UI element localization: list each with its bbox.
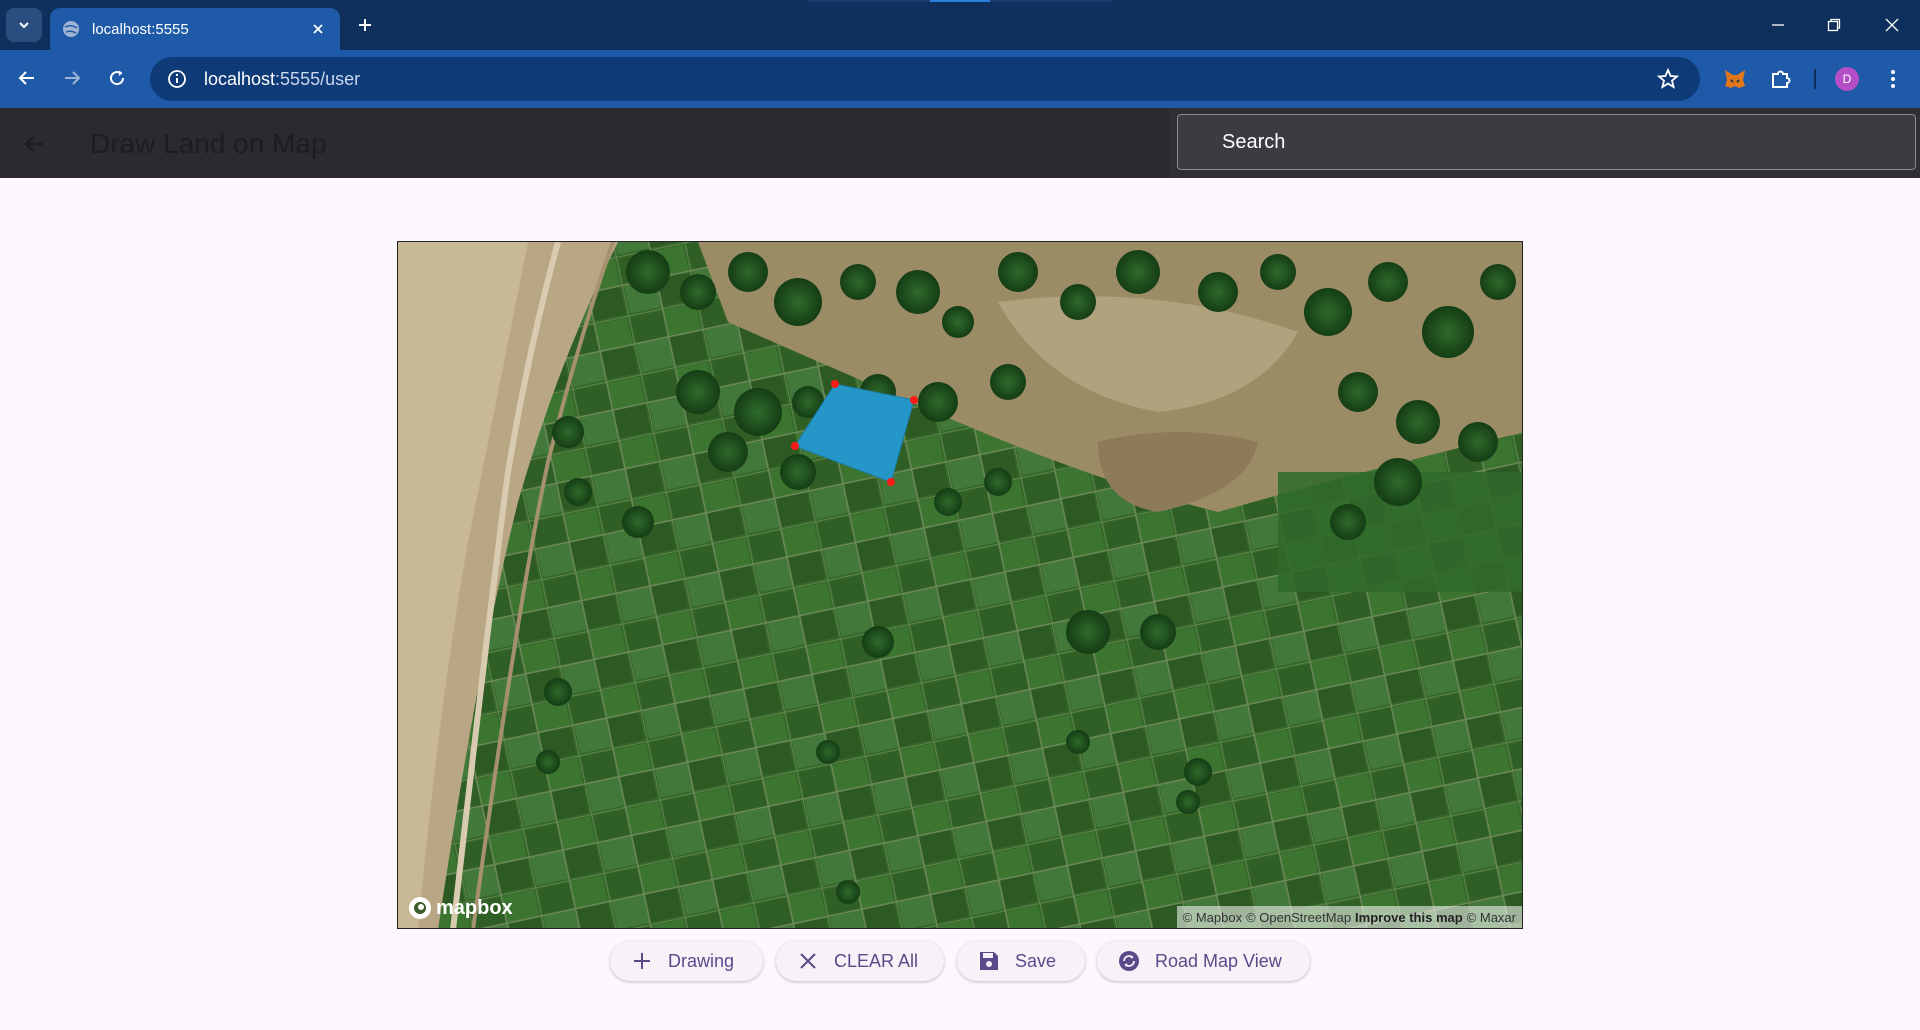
attribution-osm-link[interactable]: © OpenStreetMap [1246, 910, 1351, 925]
url-path: :5555/user [275, 68, 361, 89]
mapbox-logo[interactable]: mapbox [408, 896, 513, 920]
polygon-vertex[interactable] [831, 380, 839, 388]
search-container: Search [1170, 108, 1920, 178]
reload-button[interactable] [101, 62, 133, 94]
app-bar: Draw Land on Map Search [0, 108, 1920, 178]
profile-avatar[interactable]: D [1835, 67, 1859, 91]
attribution-maxar-link[interactable]: © Maxar [1467, 910, 1516, 925]
browser-tabstrip: localhost:5555 [0, 0, 1920, 50]
toolbar-divider [1814, 69, 1816, 89]
map-actions: Drawing CLEAR All Save Road Map View [0, 941, 1920, 981]
back-button[interactable] [11, 62, 43, 94]
site-info-icon[interactable] [164, 66, 190, 92]
clear-all-button-label: CLEAR All [834, 950, 919, 971]
plus-icon [630, 949, 654, 973]
sync-icon [1117, 949, 1141, 973]
map-attribution: © Mapbox © OpenStreetMap Improve this ma… [1176, 906, 1522, 928]
close-icon [796, 949, 820, 973]
arrow-right-icon [65, 71, 81, 85]
reload-icon [110, 70, 125, 86]
plus-icon [359, 19, 371, 31]
save-button[interactable]: Save [957, 941, 1085, 981]
globe-icon [63, 21, 79, 37]
tab-close-icon[interactable] [308, 19, 328, 39]
new-tab-button[interactable] [352, 12, 378, 38]
app-back-button[interactable] [18, 128, 50, 160]
mapbox-logo-icon [409, 897, 431, 919]
polygon-vertex[interactable] [910, 396, 918, 404]
chevron-down-icon [19, 22, 29, 29]
forward-button[interactable] [56, 62, 88, 94]
arrow-left-icon [18, 71, 34, 85]
clear-all-button[interactable]: CLEAR All [776, 941, 944, 981]
drawing-button-label: Drawing [668, 950, 735, 971]
close-window-button[interactable] [1872, 10, 1912, 40]
mapbox-logo-text: mapbox [436, 896, 513, 919]
polygon-vertex[interactable] [887, 478, 895, 486]
restore-icon [1827, 18, 1841, 32]
address-bar[interactable]: localhost:5555/user [150, 57, 1700, 101]
restore-button[interactable] [1814, 10, 1854, 40]
road-map-view-button[interactable]: Road Map View [1097, 941, 1310, 981]
satellite-map[interactable]: mapbox © Mapbox © OpenStreetMap Improve … [397, 241, 1523, 929]
attribution-mapbox-link[interactable]: © Mapbox [1183, 910, 1242, 925]
extensions-puzzle-icon[interactable] [1768, 66, 1794, 92]
browser-tab-active[interactable]: localhost:5555 [50, 8, 340, 50]
save-button-label: Save [1015, 950, 1057, 971]
tab-indicator [990, 0, 1112, 2]
metamask-extension-icon[interactable] [1722, 66, 1748, 92]
polygon-vertex[interactable] [791, 442, 799, 450]
page-title: Draw Land on Map [90, 128, 327, 159]
minimize-button[interactable] [1758, 10, 1798, 40]
close-icon [1885, 18, 1899, 32]
arrow-left-icon [24, 136, 43, 152]
road-map-view-button-label: Road Map View [1155, 950, 1282, 971]
bookmark-star-icon[interactable] [1656, 67, 1680, 91]
improve-map-link[interactable]: Improve this map [1355, 910, 1463, 925]
url-host: localhost [204, 68, 276, 89]
tab-indicator-active [930, 0, 990, 2]
drawing-button[interactable]: Drawing [610, 941, 763, 981]
tab-search-button[interactable] [6, 8, 42, 42]
browser-toolbar: localhost:5555/user D [0, 50, 1920, 108]
save-floppy-icon [977, 949, 1001, 973]
search-input[interactable]: Search [1177, 114, 1916, 170]
minimize-icon [1772, 24, 1784, 26]
browser-menu-icon[interactable] [1880, 66, 1906, 92]
tab-title: localhost:5555 [92, 20, 189, 38]
satellite-imagery [398, 242, 1522, 928]
